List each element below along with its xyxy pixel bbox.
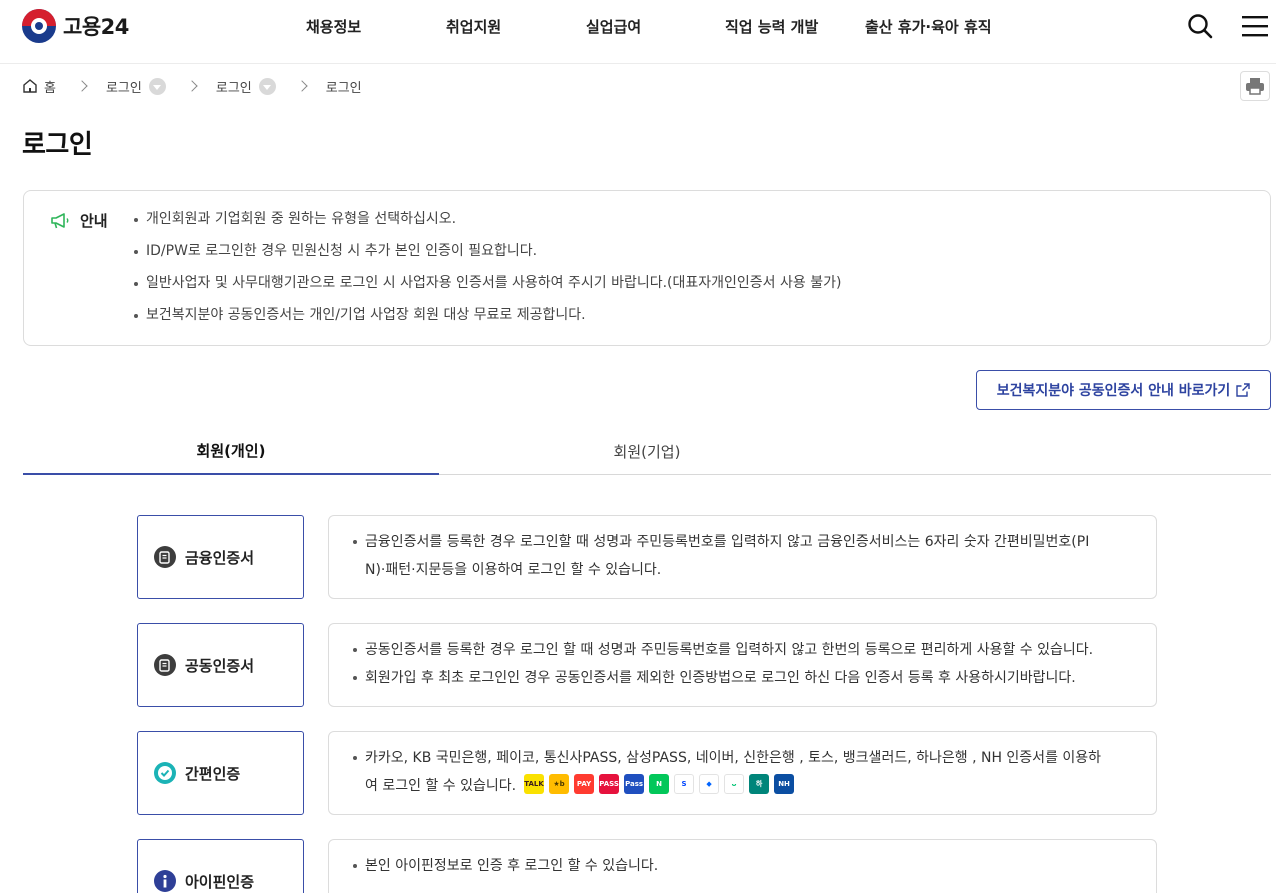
site-header: 고용24 채용정보 취업지원 실업급여 직업 능력 개발 출산 휴가·육아 휴직	[0, 0, 1276, 64]
toss-icon: ◆	[699, 774, 720, 794]
simple-auth-button[interactable]: 간편인증	[137, 731, 304, 815]
nav-item-skills-development[interactable]: 직업 능력 개발	[725, 16, 818, 37]
member-type-tabs: 회원(개인) 회원(기업)	[23, 428, 1271, 475]
welfare-certificate-guide-button[interactable]: 보건복지분야 공동인증서 안내 바로가기	[976, 370, 1271, 410]
notice-item: 보건복지분야 공동인증서는 개인/기업 사업장 회원 대상 무료로 제공합니다.	[132, 305, 841, 337]
notice-box: 안내 개인회원과 기업회원 중 원하는 유형을 선택하십시오. ID/PW로 로…	[23, 190, 1271, 346]
ipin-auth-button[interactable]: 아이핀인증	[137, 839, 304, 893]
simple-auth-description: 카카오, KB 국민은행, 페이코, 통신사PASS, 삼성PASS, 네이버,…	[328, 731, 1157, 815]
kb-icon: ★b	[549, 774, 570, 794]
print-icon	[1246, 78, 1264, 95]
breadcrumb-item-label: 로그인	[325, 80, 362, 96]
samsung-pass-icon: Pass	[624, 774, 645, 794]
shinhan-icon: S	[674, 774, 695, 794]
breadcrumb-item-label[interactable]: 로그인	[216, 77, 252, 96]
method-label: 아이핀인증	[185, 872, 255, 891]
method-desc-line: 본인 아이핀정보로 인증 후 로그인 할 수 있습니다.	[353, 852, 1140, 880]
nh-icon: NH	[774, 774, 795, 794]
nav-item-unemployment-benefits[interactable]: 실업급여	[586, 16, 641, 37]
page-title: 로그인	[22, 130, 93, 160]
joint-certificate-button[interactable]: 공동인증서	[137, 623, 304, 707]
breadcrumb: 홈 로그인 로그인 로그인	[22, 76, 362, 96]
tab-individual[interactable]: 회원(개인)	[23, 428, 439, 475]
notice-label: 안내	[80, 212, 108, 230]
print-button[interactable]	[1240, 71, 1270, 101]
kakao-icon: TALK	[524, 774, 545, 794]
financial-certificate-description: 금융인증서를 등록한 경우 로그인할 때 성명과 주민등록번호를 입력하지 않고…	[328, 515, 1157, 599]
chevron-down-icon[interactable]	[258, 77, 276, 95]
notice-list: 개인회원과 기업회원 중 원하는 유형을 선택하십시오. ID/PW로 로그인한…	[132, 209, 841, 337]
method-desc-text: 카카오, KB 국민은행, 페이코, 통신사PASS, 삼성PASS, 네이버,…	[365, 750, 1102, 766]
home-icon	[23, 79, 37, 93]
breadcrumb-item: 로그인	[106, 77, 166, 96]
menu-icon[interactable]	[1242, 15, 1268, 37]
ipin-auth-description: 본인 아이핀정보로 인증 후 로그인 할 수 있습니다.	[328, 839, 1157, 893]
method-desc-text: N)·패턴·지문등을 이용하여 로그인 할 수 있습니다.	[365, 562, 662, 578]
certificate-icon	[154, 654, 176, 676]
method-desc-line: 카카오, KB 국민은행, 페이코, 통신사PASS, 삼성PASS, 네이버,…	[353, 744, 1140, 800]
check-circle-icon	[154, 762, 176, 784]
government-emblem-icon	[22, 9, 56, 43]
certificate-icon	[154, 546, 176, 568]
search-icon[interactable]	[1187, 13, 1213, 39]
auth-provider-icons: TALK ★b PAY PASS Pass N S ◆ ᴗ 하 NH	[524, 774, 795, 794]
info-icon	[154, 870, 176, 892]
method-desc-text: 여 로그인 할 수 있습니다.	[365, 778, 517, 794]
breadcrumb-item-label[interactable]: 로그인	[106, 77, 142, 96]
method-label: 금융인증서	[185, 548, 255, 567]
external-link-icon	[1236, 383, 1250, 397]
breadcrumb-home[interactable]: 홈	[22, 77, 56, 96]
logo-text: 고용24	[63, 15, 129, 39]
method-desc-line: 금융인증서를 등록한 경우 로그인할 때 성명과 주민등록번호를 입력하지 않고…	[353, 528, 1140, 584]
hana-icon: 하	[749, 774, 770, 794]
site-logo[interactable]: 고용24	[22, 9, 129, 43]
method-desc-text: 금융인증서를 등록한 경우 로그인할 때 성명과 주민등록번호를 입력하지 않고…	[365, 534, 1090, 550]
notice-header: 안내	[50, 210, 108, 231]
breadcrumb-home-label: 홈	[44, 80, 56, 96]
welfare-certificate-guide-label: 보건복지분야 공동인증서 안내 바로가기	[996, 383, 1231, 399]
method-label: 간편인증	[185, 764, 241, 783]
notice-item: ID/PW로 로그인한 경우 민원신청 시 추가 본인 인증이 필요합니다.	[132, 241, 841, 273]
method-desc-line: 공동인증서를 등록한 경우 로그인 할 때 성명과 주민등록번호를 입력하지 않…	[353, 636, 1140, 664]
method-desc-line: 회원가입 후 최초 로그인인 경우 공동인증서를 제외한 인증방법으로 로그인 …	[353, 664, 1140, 692]
notice-item: 개인회원과 기업회원 중 원하는 유형을 선택하십시오.	[132, 209, 841, 241]
naver-icon: N	[649, 774, 670, 794]
breadcrumb-current: 로그인	[326, 77, 362, 96]
chevron-down-icon[interactable]	[148, 77, 166, 95]
banksalad-icon: ᴗ	[724, 774, 745, 794]
financial-certificate-button[interactable]: 금융인증서	[137, 515, 304, 599]
joint-certificate-description: 공동인증서를 등록한 경우 로그인 할 때 성명과 주민등록번호를 입력하지 않…	[328, 623, 1157, 707]
breadcrumb-item: 로그인	[216, 77, 276, 96]
chevron-right-icon	[296, 80, 308, 92]
chevron-right-icon	[76, 80, 88, 92]
payco-icon: PAY	[574, 774, 595, 794]
nav-item-employment-support[interactable]: 취업지원	[446, 16, 501, 37]
megaphone-icon	[51, 212, 69, 228]
method-label: 공동인증서	[185, 656, 255, 675]
nav-item-parental-leave[interactable]: 출산 휴가·육아 휴직	[865, 16, 992, 37]
tab-corporate[interactable]: 회원(기업)	[439, 428, 855, 475]
notice-item: 일반사업자 및 사무대행기관으로 로그인 시 사업자용 인증서를 사용하여 주시…	[132, 273, 841, 305]
pass-icon: PASS	[599, 774, 620, 794]
nav-item-jobs[interactable]: 채용정보	[306, 16, 361, 37]
chevron-right-icon	[186, 80, 198, 92]
